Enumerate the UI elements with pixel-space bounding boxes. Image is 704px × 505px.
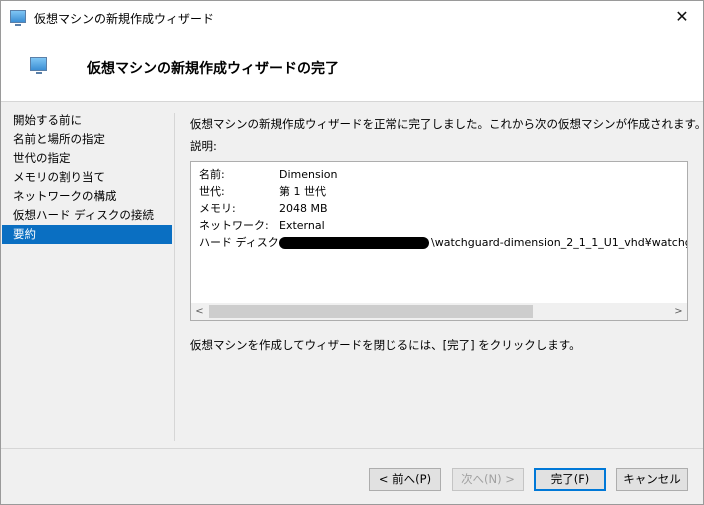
summary-textbox[interactable]: 名前: Dimension 世代: 第 1 世代 メモリ: 2048 MB ネットワー… <box>190 161 688 321</box>
summary-value: 第 1 世代 <box>279 185 326 198</box>
footer-divider <box>1 448 703 449</box>
nav-item-generation[interactable]: 世代の指定 <box>2 149 172 168</box>
close-icon[interactable]: ✕ <box>665 1 699 33</box>
summary-row-network: ネットワーク: External <box>199 217 687 234</box>
horizontal-scrollbar[interactable]: < > <box>191 303 687 320</box>
nav-item-virtual-hard-disk[interactable]: 仮想ハード ディスクの接続 <box>2 206 172 225</box>
finish-button[interactable]: 完了(F) <box>534 468 606 491</box>
nav-item-before-you-begin[interactable]: 開始する前に <box>2 111 172 130</box>
nav-item-memory[interactable]: メモリの割り当て <box>2 168 172 187</box>
summary-value: 2048 MB <box>279 202 328 215</box>
summary-row-memory: メモリ: 2048 MB <box>199 200 687 217</box>
description-label: 説明: <box>190 139 217 153</box>
summary-key: 世代: <box>199 185 225 198</box>
page-title: 仮想マシンの新規作成ウィザードの完了 <box>87 61 339 77</box>
summary-list: 名前: Dimension 世代: 第 1 世代 メモリ: 2048 MB ネットワー… <box>199 166 687 251</box>
summary-key: 名前: <box>199 168 225 181</box>
scroll-right-icon[interactable]: > <box>670 303 687 320</box>
cancel-button[interactable]: キャンセル <box>616 468 688 491</box>
summary-key: メモリ: <box>199 202 236 215</box>
next-button[interactable]: 次へ(N) > <box>452 468 524 491</box>
title-bar: 仮想マシンの新規作成ウィザード ✕ <box>1 1 703 33</box>
finish-instruction: 仮想マシンを作成してウィザードを閉じるには、[完了] をクリックします。 <box>190 338 581 352</box>
nav-item-name-and-location[interactable]: 名前と場所の指定 <box>2 130 172 149</box>
nav-divider <box>174 113 175 441</box>
wizard-window: 仮想マシンの新規作成ウィザード ✕ 仮想マシンの新規作成ウィザードの完了 開始す… <box>0 0 704 505</box>
virtual-machine-icon <box>30 57 47 74</box>
virtual-machine-icon <box>10 10 26 26</box>
summary-key: ハード ディスク: <box>199 236 283 249</box>
scrollbar-thumb[interactable] <box>209 305 533 318</box>
wizard-header: 仮想マシンの新規作成ウィザードの完了 <box>1 33 703 102</box>
window-title: 仮想マシンの新規作成ウィザード <box>34 12 215 26</box>
summary-row-name: 名前: Dimension <box>199 166 687 183</box>
summary-key: ネットワーク: <box>199 219 269 232</box>
summary-row-generation: 世代: 第 1 世代 <box>199 183 687 200</box>
wizard-steps-nav: 開始する前に 名前と場所の指定 世代の指定 メモリの割り当て ネットワークの構成… <box>2 111 172 244</box>
nav-item-summary[interactable]: 要約 <box>2 225 172 244</box>
summary-value: \watchguard-dimension_2_1_1_U1_vhd¥watch… <box>431 236 687 249</box>
nav-item-networking[interactable]: ネットワークの構成 <box>2 187 172 206</box>
previous-button[interactable]: < 前へ(P) <box>369 468 441 491</box>
completion-message: 仮想マシンの新規作成ウィザードを正常に完了しました。これから次の仮想マシンが作成… <box>190 117 704 131</box>
summary-value: Dimension <box>279 168 338 181</box>
scroll-left-icon[interactable]: < <box>191 303 208 320</box>
summary-row-hard-disk: ハード ディスク: \watchguard-dimension_2_1_1_U1_… <box>199 234 687 251</box>
redaction-mark <box>279 237 429 249</box>
summary-value: External <box>279 219 325 232</box>
